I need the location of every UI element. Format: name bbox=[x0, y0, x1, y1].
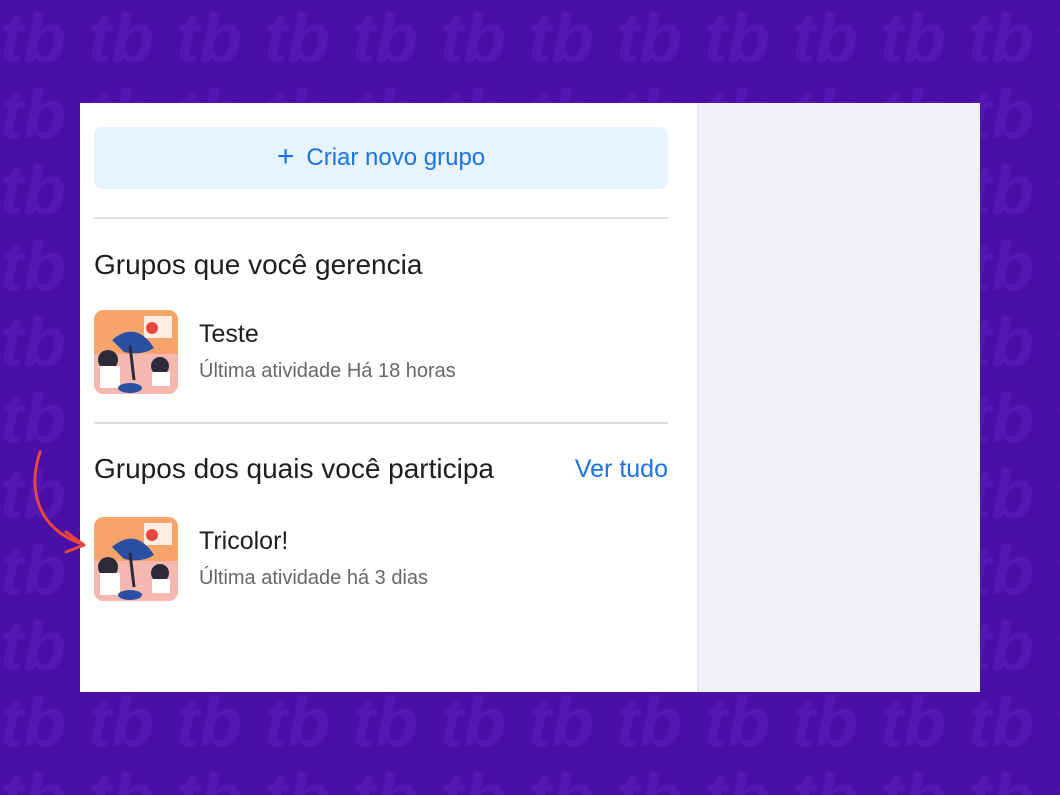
managed-groups-heading: Grupos que você gerencia bbox=[94, 249, 423, 280]
group-avatar bbox=[94, 517, 178, 601]
create-group-button[interactable]: + Criar novo grupo bbox=[94, 127, 668, 189]
see-all-link[interactable]: Ver tudo bbox=[575, 455, 668, 484]
create-group-label: Criar novo grupo bbox=[306, 144, 486, 171]
group-last-activity: Última atividade há 3 dias bbox=[199, 567, 429, 589]
group-name: Tricolor! bbox=[199, 527, 289, 555]
groups-panel: + Criar novo grupo Grupos que você geren… bbox=[80, 103, 980, 692]
group-last-activity: Última atividade Há 18 horas bbox=[199, 360, 456, 382]
group-item-teste[interactable]: Teste Última atividade Há 18 horas bbox=[94, 310, 668, 396]
group-item-tricolor[interactable]: Tricolor! Última atividade há 3 dias bbox=[94, 517, 668, 603]
plus-icon: + bbox=[276, 139, 295, 173]
group-avatar bbox=[94, 310, 178, 394]
divider bbox=[94, 422, 668, 424]
joined-groups-heading: Grupos dos quais você participa bbox=[94, 453, 494, 484]
divider bbox=[94, 217, 668, 219]
group-name: Teste bbox=[199, 320, 259, 348]
annotation-arrow-icon bbox=[33, 450, 86, 554]
content-pane bbox=[697, 103, 980, 692]
